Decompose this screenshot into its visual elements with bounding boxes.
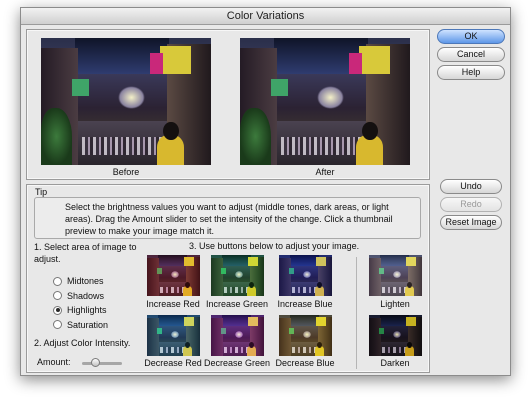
cancel-button[interactable]: Cancel	[437, 47, 505, 62]
amount-slider-track[interactable]	[82, 362, 122, 365]
variation-thumbnail[interactable]	[211, 255, 264, 296]
variation-label: Increase Blue	[277, 299, 333, 309]
radio-button[interactable]	[53, 291, 62, 301]
radio-button-selected[interactable]	[53, 305, 62, 315]
variation-thumbnail[interactable]	[147, 315, 200, 356]
color-variations-dialog: Color Variations Before After Tip Select…	[20, 7, 511, 376]
step2-label: 2. Adjust Color Intensity.	[34, 338, 131, 348]
amount-slider-thumb[interactable]	[91, 358, 100, 367]
after-image	[240, 38, 410, 165]
variation-thumbnail[interactable]	[369, 315, 422, 356]
variation-thumbnail[interactable]	[211, 315, 264, 356]
variation-label: Decrease Blue	[275, 358, 335, 368]
radio-saturation[interactable]: Saturation	[53, 318, 108, 333]
tip-box: Select the brightness values you want to…	[34, 197, 421, 239]
radio-button[interactable]	[53, 320, 62, 330]
step1-label: 1. Select area of image to adjust.	[34, 242, 137, 264]
radio-button[interactable]	[53, 276, 62, 286]
radio-midtones[interactable]: Midtones	[53, 274, 108, 289]
undo-button[interactable]: Undo	[440, 179, 502, 194]
radio-label: Midtones	[67, 276, 104, 287]
window-title: Color Variations	[21, 8, 510, 25]
radio-highlights[interactable]: Highlights	[53, 303, 108, 318]
amount-label: Amount:	[37, 357, 71, 367]
before-caption: Before	[112, 167, 140, 177]
tip-text: Select the brightness values you want to…	[65, 202, 393, 236]
divider	[356, 257, 357, 369]
area-radio-group: Midtones Shadows Highlights Saturation	[53, 274, 108, 332]
controls-panel: Tip Select the brightness values you wan…	[26, 184, 430, 373]
variation-thumbnail[interactable]	[279, 315, 332, 356]
preview-panel: Before After	[26, 29, 430, 180]
help-button[interactable]: Help	[437, 65, 505, 80]
variation-label: Darken	[380, 358, 410, 368]
variation-thumbnail[interactable]	[279, 255, 332, 296]
variation-thumbnail[interactable]	[147, 255, 200, 296]
radio-label: Shadows	[67, 290, 105, 301]
before-image	[41, 38, 211, 165]
reset-image-button[interactable]: Reset Image	[440, 215, 502, 230]
variation-label: Lighten	[380, 299, 410, 309]
variation-thumbnail[interactable]	[369, 255, 422, 296]
redo-button[interactable]: Redo	[440, 197, 502, 212]
step3-label: 3. Use buttons below to adjust your imag…	[189, 241, 360, 251]
radio-shadows[interactable]: Shadows	[53, 289, 108, 304]
after-caption: After	[315, 167, 335, 177]
tip-heading: Tip	[35, 187, 48, 197]
radio-label: Highlights	[67, 305, 107, 316]
radio-label: Saturation	[67, 319, 109, 330]
ok-button[interactable]: OK	[437, 29, 505, 44]
